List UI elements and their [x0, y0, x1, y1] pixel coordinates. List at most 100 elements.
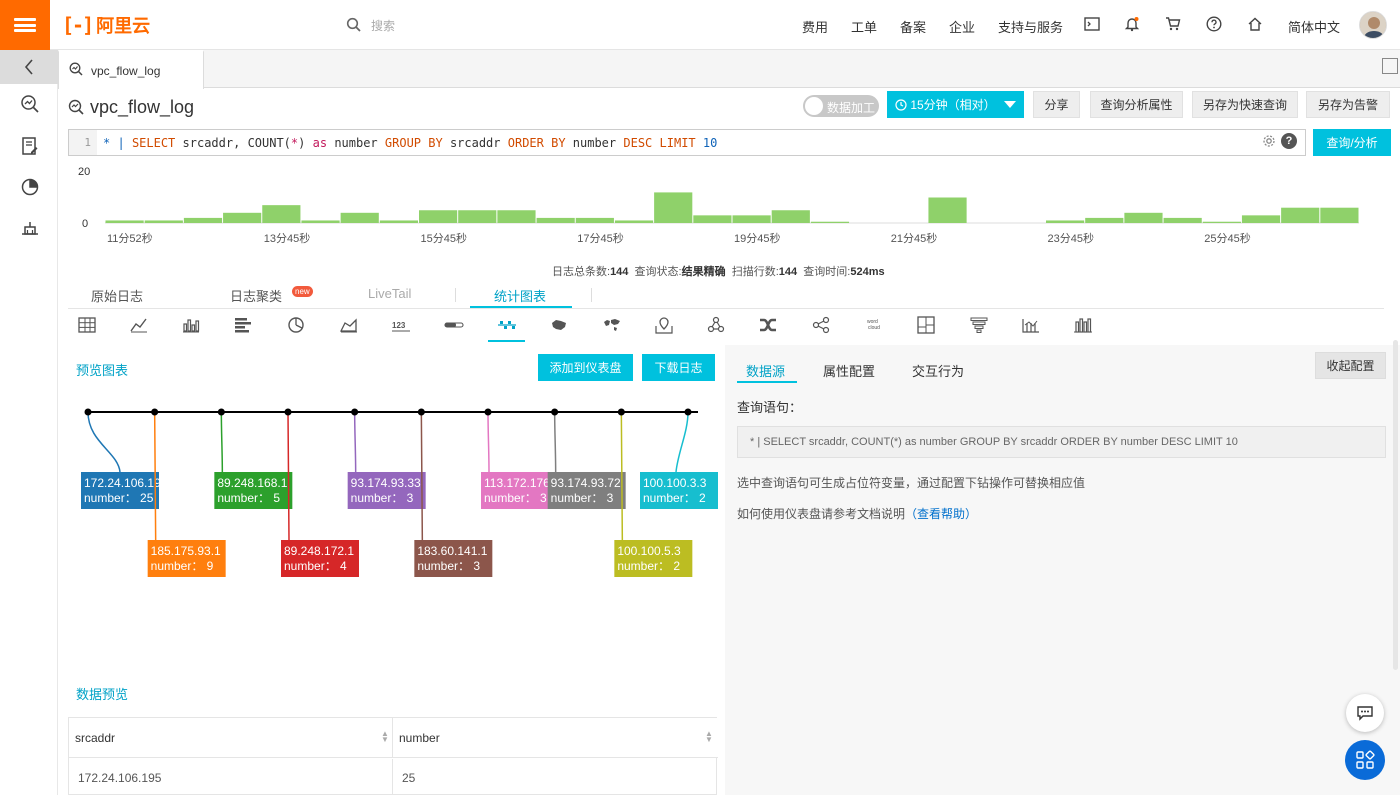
- collapse-rail-button[interactable]: [0, 50, 58, 84]
- timeline-value-text: number： 2: [617, 559, 680, 573]
- timeline-label-box: 89.248.168.1number： 5: [214, 472, 293, 509]
- time-range-picker[interactable]: 15分钟（相对）: [887, 91, 1024, 118]
- column-chart-icon[interactable]: [1073, 315, 1093, 335]
- toggle-knob: [805, 97, 823, 115]
- view-help-link[interactable]: （查看帮助）: [905, 507, 977, 521]
- histogram-bar: [144, 220, 183, 223]
- timeline-label-text: 93.174.93.72: [551, 476, 621, 490]
- language-switch[interactable]: 简体中文: [1288, 17, 1340, 36]
- sort-icon[interactable]: ▲ ▼: [381, 730, 389, 744]
- column-header-srcaddr[interactable]: srcaddr: [69, 718, 393, 758]
- timeline-value-text: number： 9: [151, 559, 214, 573]
- timeline-connector: [553, 411, 557, 473]
- domain-monitor-icon[interactable]: [1021, 315, 1041, 335]
- nav-fees[interactable]: 费用: [802, 17, 828, 36]
- bell-icon[interactable]: [1123, 15, 1141, 33]
- home-icon[interactable]: [1246, 15, 1264, 33]
- query-editor[interactable]: 1 * | SELECT srcaddr, COUNT(*) as number…: [68, 129, 1306, 156]
- bar-chart-icon[interactable]: [181, 315, 201, 335]
- nav-icp[interactable]: 备案: [900, 17, 926, 36]
- nav-tickets[interactable]: 工单: [851, 17, 877, 36]
- log-histogram[interactable]: 20 0 11分52秒 13分45秒 15分45秒 17分45秒 19分45秒 21分45秒 2…: [68, 160, 1384, 260]
- query-settings-icon[interactable]: [1262, 134, 1276, 148]
- query-statement-box[interactable]: * | SELECT srcaddr, COUNT(*) as number G…: [737, 426, 1386, 458]
- time-range-label: 15分钟（相对）: [910, 98, 996, 112]
- timeline-label-box: 89.248.172.1number： 4: [281, 540, 359, 577]
- area-chart-icon[interactable]: [339, 315, 359, 335]
- dashboard-icon[interactable]: [20, 177, 40, 197]
- timeline-icon[interactable]: [497, 315, 517, 335]
- add-to-dashboard-button[interactable]: 添加到仪表盘: [538, 354, 633, 381]
- save-quick-query-button[interactable]: 另存为快速查询: [1192, 91, 1298, 118]
- data-processing-toggle[interactable]: 数据加工: [803, 95, 879, 117]
- tab-statistics-chart[interactable]: 统计图表: [494, 286, 546, 305]
- chat-button[interactable]: [1346, 694, 1384, 732]
- histogram-bar: [262, 205, 301, 223]
- funnel-icon[interactable]: [969, 315, 989, 335]
- hamburger-menu-button[interactable]: [0, 0, 50, 50]
- alert-monitor-icon[interactable]: [20, 218, 40, 238]
- tab-data-source[interactable]: 数据源: [746, 361, 785, 380]
- aliyun-logo[interactable]: [-] 阿里云: [62, 12, 150, 38]
- maximize-icon[interactable]: [1382, 58, 1398, 74]
- cart-icon[interactable]: [1164, 15, 1182, 33]
- query-analyze-button[interactable]: 查询/分析: [1313, 129, 1391, 156]
- tab-log-cluster[interactable]: 日志聚类: [230, 286, 282, 305]
- nav-enterprise[interactable]: 企业: [949, 17, 975, 36]
- collapse-config-button[interactable]: 收起配置: [1315, 352, 1386, 379]
- search-analysis-icon[interactable]: [20, 94, 40, 114]
- nav-support[interactable]: 支持与服务: [998, 17, 1063, 36]
- scrollbar[interactable]: [1393, 340, 1398, 670]
- horizontal-bar-icon[interactable]: [233, 315, 253, 335]
- query-text[interactable]: * | SELECT srcaddr, COUNT(*) as number G…: [103, 136, 717, 150]
- tab-property-config[interactable]: 属性配置: [823, 361, 875, 380]
- saved-search-icon[interactable]: [20, 136, 40, 156]
- gaode-map-icon[interactable]: [654, 315, 674, 335]
- tab-raw-logs[interactable]: 原始日志: [91, 286, 143, 305]
- avatar[interactable]: [1359, 11, 1387, 39]
- timeline-value-text: number： 3: [351, 491, 414, 505]
- histogram-bar: [732, 215, 771, 223]
- terminal-icon[interactable]: [1083, 15, 1101, 33]
- data-preview-table: srcaddr ▲ ▼ number ▲ ▼ 172.24.106.195 25: [68, 717, 718, 795]
- histogram-bar: [693, 215, 732, 223]
- pie-chart-icon[interactable]: [286, 315, 306, 335]
- table-icon[interactable]: [77, 315, 97, 335]
- query-help-icon[interactable]: ?: [1281, 133, 1297, 149]
- page-title: vpc_flow_log: [90, 97, 195, 117]
- timeline-label-text: 100.100.5.3: [617, 544, 681, 558]
- sankey-icon[interactable]: [758, 315, 778, 335]
- histogram-bar: [654, 192, 693, 223]
- apps-button[interactable]: [1345, 740, 1385, 780]
- help-icon[interactable]: [1205, 15, 1223, 33]
- force-graph-icon[interactable]: [811, 315, 831, 335]
- search-input[interactable]: 搜索: [371, 17, 395, 34]
- share-button[interactable]: 分享: [1033, 91, 1080, 118]
- histogram-x-label: 21分45秒: [891, 231, 937, 245]
- flow-chart-icon[interactable]: [706, 315, 726, 335]
- histogram-bar: [1241, 215, 1281, 223]
- china-map-icon[interactable]: [549, 315, 569, 335]
- timeline-chart[interactable]: 172.24.106.19number： 25185.175.93.1numbe…: [70, 390, 720, 605]
- query-props-button[interactable]: 查询分析属性: [1090, 91, 1183, 118]
- line-chart-icon[interactable]: [129, 315, 149, 335]
- search-icon[interactable]: [346, 17, 362, 33]
- tab-livetail[interactable]: LiveTail: [368, 286, 411, 301]
- word-cloud-icon[interactable]: wordcloud: [864, 315, 884, 335]
- tab-vpc-flow-log[interactable]: vpc_flow_log: [58, 50, 204, 89]
- progress-bar-icon[interactable]: [444, 315, 464, 335]
- histogram-bar: [497, 210, 536, 223]
- treemap-icon[interactable]: [916, 315, 936, 335]
- timeline-node: [617, 408, 625, 416]
- column-header-number[interactable]: number: [393, 718, 718, 758]
- table-cell-number: 25: [402, 771, 416, 785]
- tab-interaction[interactable]: 交互行为: [912, 361, 964, 380]
- histogram-bar: [105, 220, 144, 223]
- toggle-label: 数据加工: [827, 101, 876, 115]
- svg-text:123: 123: [392, 321, 406, 330]
- save-alert-button[interactable]: 另存为告警: [1306, 91, 1390, 118]
- number-icon[interactable]: 123: [391, 315, 411, 335]
- download-logs-button[interactable]: 下载日志: [642, 354, 715, 381]
- world-map-icon[interactable]: [602, 315, 622, 335]
- sort-icon[interactable]: ▲ ▼: [705, 730, 713, 744]
